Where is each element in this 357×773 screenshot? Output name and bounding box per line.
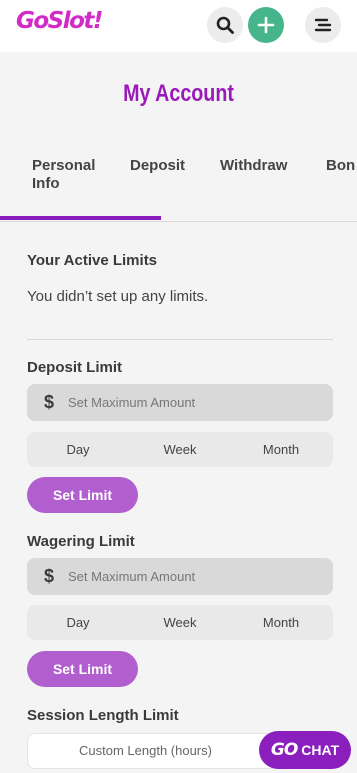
- wagering-amount-placeholder: Set Maximum Amount: [68, 569, 196, 584]
- wagering-period-week[interactable]: Week: [130, 605, 230, 640]
- search-icon: [216, 16, 234, 34]
- wagering-set-limit-button[interactable]: Set Limit: [27, 651, 138, 687]
- dollar-icon: $: [44, 392, 55, 412]
- wagering-period-day[interactable]: Day: [28, 605, 128, 640]
- session-limit-title: Session Length Limit: [27, 707, 179, 724]
- account-tabs: Personal Info Deposit Withdraw Bon: [0, 148, 357, 222]
- active-tab-indicator: [0, 216, 161, 220]
- deposit-period-month[interactable]: Month: [231, 432, 331, 467]
- search-button[interactable]: [207, 7, 243, 43]
- deposit-period-day[interactable]: Day: [28, 432, 128, 467]
- menu-button[interactable]: [305, 7, 341, 43]
- plus-icon: [257, 16, 275, 34]
- go-chat-logo: GO: [270, 740, 298, 760]
- deposit-limit-title: Deposit Limit: [27, 359, 123, 376]
- chat-label: CHAT: [301, 742, 340, 758]
- session-length-placeholder: Custom Length (hours): [79, 743, 212, 758]
- dollar-icon: $: [44, 566, 55, 586]
- logo-text: GoSlot!: [16, 8, 103, 34]
- divider: [27, 339, 333, 340]
- tab-bonus[interactable]: Bon: [326, 157, 355, 175]
- header: GoSlot!: [0, 0, 357, 52]
- deposit-period-week[interactable]: Week: [130, 432, 230, 467]
- deposit-amount-placeholder: Set Maximum Amount: [68, 395, 196, 410]
- deposit-period-selector: Day Week Month: [27, 432, 333, 467]
- active-limits-message: You didn’t set up any limits.: [27, 288, 209, 305]
- tab-withdraw[interactable]: Withdraw: [220, 157, 287, 175]
- wagering-limit-title: Wagering Limit: [27, 533, 135, 550]
- tab-deposit[interactable]: Deposit: [130, 157, 185, 175]
- add-funds-button[interactable]: [248, 7, 284, 43]
- active-limits-title: Your Active Limits: [27, 252, 158, 269]
- deposit-set-limit-button[interactable]: Set Limit: [27, 477, 138, 513]
- wagering-period-selector: Day Week Month: [27, 605, 333, 640]
- wagering-period-month[interactable]: Month: [231, 605, 331, 640]
- go-chat-button[interactable]: GO CHAT: [259, 731, 351, 769]
- wagering-amount-input[interactable]: $ Set Maximum Amount: [27, 558, 333, 595]
- tab-personal-info[interactable]: Personal Info: [32, 157, 112, 193]
- goslot-logo[interactable]: GoSlot!: [16, 8, 103, 34]
- page-title: My Account: [123, 80, 234, 107]
- deposit-amount-input[interactable]: $ Set Maximum Amount: [27, 384, 333, 421]
- menu-icon: [314, 18, 332, 32]
